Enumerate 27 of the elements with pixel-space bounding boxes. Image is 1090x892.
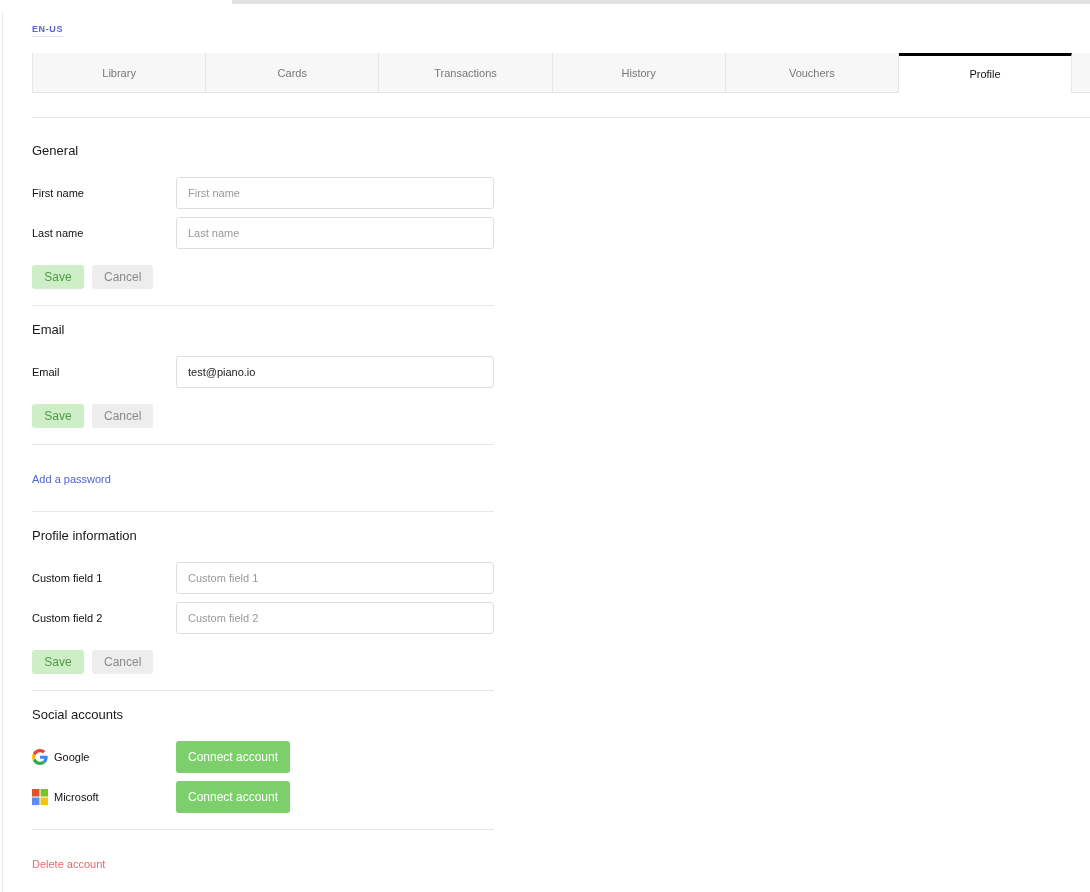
add-password-link[interactable]: Add a password [32, 472, 111, 486]
tab[interactable]: History [552, 53, 726, 92]
field-label: Email [32, 366, 61, 378]
field-label: Last name [32, 227, 85, 239]
section-heading: Email [32, 322, 66, 338]
tab[interactable]: Cards [206, 53, 380, 92]
four-squares-icon [32, 789, 48, 805]
input-field[interactable]: First name [176, 177, 494, 209]
delete-account-link[interactable]: Delete account [32, 857, 106, 871]
tab[interactable]: Transactions [379, 53, 553, 92]
input-field[interactable]: Last name [176, 217, 494, 249]
input-field[interactable]: Custom field 1 [176, 562, 494, 594]
tab[interactable]: Vouchers [725, 53, 899, 92]
section-heading: General [32, 143, 80, 159]
field-label: First name [32, 187, 85, 199]
provider-name: Microsoft [54, 791, 99, 803]
g-logo-icon [32, 749, 48, 765]
input-field[interactable]: test@piano.io [176, 356, 494, 388]
field-label: Custom field 2 [32, 612, 104, 624]
tab[interactable]: Profile [898, 53, 1073, 93]
language-link[interactable]: EN-US [32, 23, 63, 37]
tab[interactable]: Library [33, 53, 207, 92]
provider-name: Google [54, 751, 90, 763]
input-field[interactable]: Custom field 2 [176, 602, 494, 634]
section-heading: Social accounts [32, 707, 125, 723]
section-heading: Profile information [32, 528, 138, 544]
field-label: Custom field 1 [32, 572, 104, 584]
